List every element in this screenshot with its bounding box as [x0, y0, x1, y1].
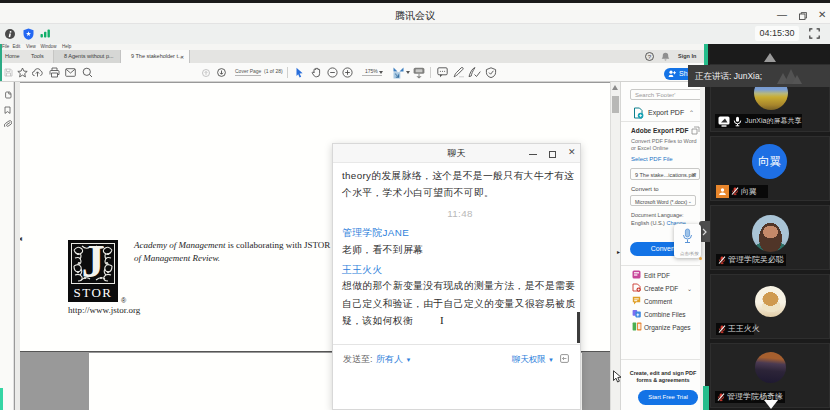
svg-text:?: ? — [648, 54, 652, 60]
